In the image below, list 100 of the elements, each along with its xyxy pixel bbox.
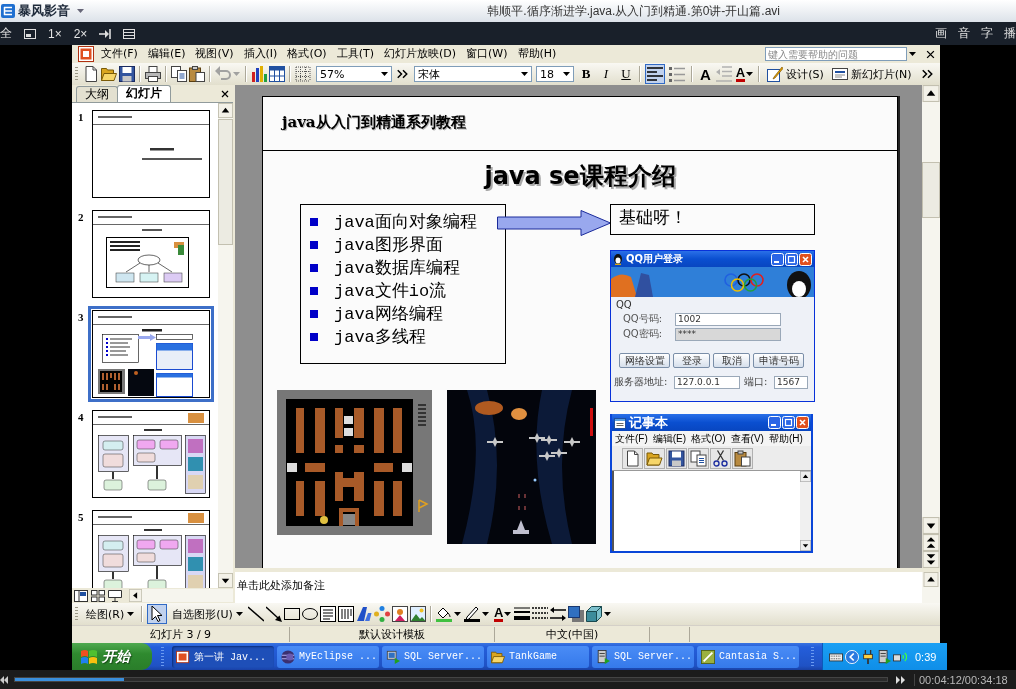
dialog-button[interactable]: 登录	[673, 353, 710, 368]
panel-button[interactable]: 画	[935, 25, 947, 42]
fast-forward-icon[interactable]	[896, 675, 905, 684]
paste-icon[interactable]	[189, 66, 205, 82]
save-icon[interactable]	[119, 66, 135, 82]
menu-item[interactable]: 文件(F)	[96, 45, 143, 63]
menu-item[interactable]: 工具(T)	[331, 45, 379, 63]
copy-icon[interactable]	[688, 447, 709, 469]
caret-icon[interactable]	[481, 612, 489, 616]
menu-item[interactable]: 格式(O)	[282, 45, 332, 63]
pointer-icon[interactable]	[147, 604, 168, 624]
scroll-down-icon[interactable]	[922, 517, 940, 534]
notes-field[interactable]: 单击此处添加备注	[235, 572, 922, 603]
taskbar-button[interactable]: 第一讲 Jav...	[172, 645, 274, 668]
font-color-button[interactable]: A	[493, 606, 504, 622]
caret-icon[interactable]	[235, 612, 243, 616]
start-button[interactable]: 开始	[72, 643, 152, 670]
server-icon[interactable]	[877, 649, 891, 664]
open-folder-icon[interactable]	[644, 447, 665, 469]
pane-tab[interactable]: 幻灯片	[117, 85, 171, 102]
vertical-scrollbar[interactable]	[922, 85, 940, 568]
normal-view-icon[interactable]	[74, 589, 88, 602]
new-slide-button[interactable]: 新幻灯片(N)	[828, 66, 915, 82]
help-search-field[interactable]: 键入需要帮助的问题	[765, 47, 907, 61]
taskbar-button[interactable]: Cantasia S...	[697, 645, 799, 668]
progress-track[interactable]	[14, 677, 888, 682]
line-style-icon[interactable]	[514, 606, 531, 622]
printer-icon[interactable]	[145, 66, 161, 82]
panel-button[interactable]: 字	[981, 25, 993, 42]
text-field[interactable]: 1567	[774, 375, 808, 389]
font-size-dropdown[interactable]: 18	[536, 66, 574, 82]
scroll-down-icon[interactable]	[218, 573, 233, 588]
open-folder-icon[interactable]	[101, 66, 117, 82]
bullet-list-icon[interactable]	[667, 64, 687, 84]
pen-icon[interactable]	[463, 606, 480, 622]
menu-item[interactable]: 文件(F)	[615, 431, 648, 446]
chevron-icon[interactable]	[397, 68, 409, 80]
arrow-to-bar-icon[interactable]	[99, 28, 112, 39]
text-field[interactable]: ****	[675, 327, 781, 341]
draw-menu-button[interactable]: 绘图(R)	[83, 606, 138, 622]
dialog-button[interactable]: 申请号码	[753, 353, 804, 368]
text-box-icon[interactable]	[319, 606, 336, 622]
cube-icon[interactable]	[586, 606, 603, 622]
paste-icon[interactable]	[732, 447, 753, 469]
menu-item[interactable]: 幻灯片放映(D)	[378, 45, 462, 63]
minimize-icon[interactable]	[771, 252, 784, 266]
bar-chart-icon[interactable]	[251, 66, 267, 82]
caret-icon[interactable]	[563, 72, 570, 76]
menu-item[interactable]: 格式(O)	[691, 431, 726, 446]
menu-item[interactable]: 查看(V)	[730, 431, 764, 446]
font-dropdown[interactable]: 宋体	[414, 66, 532, 82]
minimize-icon[interactable]	[768, 416, 781, 429]
caret-icon[interactable]	[381, 72, 388, 76]
font-color-button[interactable]: A	[735, 66, 746, 82]
view-button[interactable]: 2×	[73, 26, 88, 41]
panel-button[interactable]: 音	[958, 25, 970, 42]
close-icon[interactable]	[221, 90, 229, 98]
copy-icon[interactable]	[171, 66, 187, 82]
underline-button[interactable]: U	[617, 65, 635, 83]
scissors-icon[interactable]	[710, 447, 731, 469]
menu-item[interactable]: 视图(V)	[190, 45, 239, 63]
text-field[interactable]: 1002	[675, 312, 781, 326]
chevron-icon[interactable]	[922, 68, 934, 80]
dialog-button[interactable]: 取消	[713, 353, 750, 368]
caret-icon[interactable]	[127, 612, 135, 616]
slide-thumbnail-drawing[interactable]	[88, 306, 214, 402]
arrow-style-icon[interactable]	[550, 606, 567, 622]
text-field[interactable]: 127.0.0.1	[674, 375, 740, 389]
horizontal-scrollbar[interactable]	[129, 589, 233, 602]
ellipse-icon[interactable]	[301, 606, 318, 622]
menu-item[interactable]: 插入(I)	[238, 45, 283, 63]
window-icon[interactable]	[24, 28, 36, 39]
italic-button[interactable]: I	[597, 65, 615, 83]
scroll-up-icon[interactable]	[800, 471, 811, 482]
rewind-icon[interactable]	[0, 675, 8, 684]
fill-bucket-icon[interactable]	[435, 606, 452, 622]
scroll-up-icon[interactable]	[922, 572, 940, 587]
slide-sorter-icon[interactable]	[91, 589, 105, 602]
caret-icon[interactable]	[604, 612, 612, 616]
pane-tab[interactable]: 大纲	[76, 86, 118, 102]
view-button[interactable]: 全	[0, 25, 12, 42]
align-left-icon[interactable]	[645, 64, 665, 84]
caret-icon[interactable]	[909, 52, 916, 56]
taskbar-button[interactable]: SQL Server...	[382, 645, 484, 668]
zoom-dropdown[interactable]: 57%	[316, 66, 392, 82]
maximize-icon[interactable]	[785, 252, 798, 266]
view-button[interactable]: 1×	[48, 26, 62, 41]
diagram-icon[interactable]	[373, 606, 390, 622]
save-icon[interactable]	[666, 447, 687, 469]
picture-icon[interactable]	[409, 606, 426, 622]
clip-art-icon[interactable]	[391, 606, 408, 622]
maximize-icon[interactable]	[782, 416, 795, 429]
dash-style-icon[interactable]	[532, 606, 549, 622]
scroll-left-icon[interactable]	[129, 589, 142, 602]
dialog-button[interactable]: 网络设置	[619, 353, 670, 368]
slide-show-icon[interactable]	[108, 589, 122, 602]
next-slide-icon[interactable]	[922, 551, 940, 568]
vertical-scrollbar[interactable]	[800, 471, 811, 551]
taskbar-button[interactable]: SQL Server...	[592, 645, 694, 668]
menu-item[interactable]: 帮助(H)	[768, 431, 803, 446]
